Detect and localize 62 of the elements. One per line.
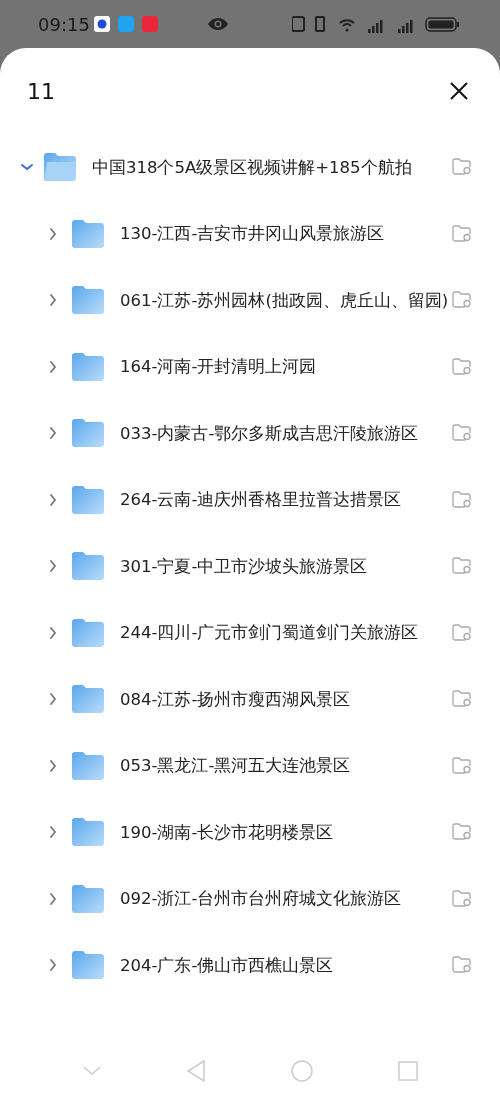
folder-name: 164-河南-开封清明上河园	[120, 356, 318, 378]
folder-name: 301-宁夏-中卫市沙坡头旅游景区	[120, 555, 369, 577]
folder-row[interactable]: 053-黑龙江-黑河五大连池景区	[0, 732, 500, 799]
folder-icon	[72, 884, 104, 913]
app-notification-icon	[117, 16, 134, 32]
folder-location-icon[interactable]	[452, 158, 472, 177]
folder-icon	[72, 219, 104, 248]
folder-location-icon[interactable]	[452, 490, 472, 509]
folder-name: 130-江西-吉安市井冈山风景旅游区	[120, 223, 386, 245]
folder-name: 中国318个5A级景区视频讲解+185个航拍	[92, 156, 413, 178]
folder-row[interactable]: 033-内蒙古-鄂尔多斯成吉思汗陵旅游区	[0, 400, 500, 467]
folder-row[interactable]: 061-江苏-苏州园林(拙政园、虎丘山、留园)	[0, 267, 500, 334]
folder-row[interactable]: 中国318个5A级景区视频讲解+185个航拍	[0, 134, 500, 201]
folder-name: 264-云南-迪庆州香格里拉普达措景区	[120, 489, 403, 511]
folder-name: 033-内蒙古-鄂尔多斯成吉思汗陵旅游区	[120, 422, 420, 444]
folder-row[interactable]: 204-广东-佛山市西樵山景区	[0, 932, 500, 999]
folder-row[interactable]: 301-宁夏-中卫市沙坡头旅游景区	[0, 533, 500, 600]
status-time: 09:15	[38, 12, 90, 37]
folder-name: 190-湖南-长沙市花明楼景区	[120, 821, 335, 843]
home-icon[interactable]	[290, 1060, 313, 1082]
folder-icon	[72, 685, 104, 714]
folder-location-icon[interactable]	[452, 557, 472, 576]
folder-location-icon[interactable]	[452, 291, 472, 310]
folder-row[interactable]: 164-河南-开封清明上河园	[0, 333, 500, 400]
folder-location-icon[interactable]	[452, 889, 472, 908]
folder-location-icon[interactable]	[452, 623, 472, 642]
folder-row[interactable]: 084-江苏-扬州市瘦西湖风景区	[0, 666, 500, 733]
folder-location-icon[interactable]	[452, 224, 472, 243]
folder-name: 204-广东-佛山市西樵山景区	[120, 954, 335, 976]
folder-name: 092-浙江-台州市台州府城文化旅游区	[120, 888, 403, 910]
recents-icon[interactable]	[397, 1061, 418, 1081]
folder-name: 053-黑龙江-黑河五大连池景区	[120, 755, 352, 777]
folder-icon	[72, 818, 104, 847]
folder-row[interactable]: 244-四川-广元市剑门蜀道剑门关旅游区	[0, 599, 500, 666]
folder-row[interactable]: 190-湖南-长沙市花明楼景区	[0, 799, 500, 866]
folder-icon	[72, 951, 104, 980]
folder-name: 084-江苏-扬州市瘦西湖风景区	[120, 688, 352, 710]
folder-row[interactable]: 130-江西-吉安市井冈山风景旅游区	[0, 200, 500, 267]
folder-location-icon[interactable]	[452, 956, 472, 975]
folder-location-icon[interactable]	[452, 690, 472, 709]
folder-location-icon[interactable]	[452, 357, 472, 376]
folder-icon	[72, 485, 104, 514]
close-icon[interactable]	[450, 82, 468, 100]
back-icon[interactable]	[185, 1060, 206, 1082]
app-notification-icon	[93, 16, 110, 32]
sheet-title: 11	[27, 77, 55, 106]
folder-icon	[72, 552, 104, 581]
folder-location-icon[interactable]	[452, 823, 472, 842]
folder-location-icon[interactable]	[452, 756, 472, 775]
folder-icon	[44, 153, 76, 182]
folder-icon	[72, 419, 104, 448]
app-notification-icon	[141, 16, 158, 32]
folder-icon	[72, 618, 104, 647]
folder-name: 061-江苏-苏州园林(拙政园、虎丘山、留园)	[120, 289, 450, 311]
folder-name: 244-四川-广元市剑门蜀道剑门关旅游区	[120, 622, 420, 644]
folder-icon	[72, 352, 104, 381]
eye-icon	[206, 17, 229, 31]
folder-icon	[72, 751, 104, 780]
folder-location-icon[interactable]	[452, 424, 472, 443]
folder-icon	[72, 286, 104, 315]
folder-row[interactable]: 092-浙江-台州市台州府城文化旅游区	[0, 865, 500, 932]
folder-row[interactable]: 264-云南-迪庆州香格里拉普达措景区	[0, 466, 500, 533]
